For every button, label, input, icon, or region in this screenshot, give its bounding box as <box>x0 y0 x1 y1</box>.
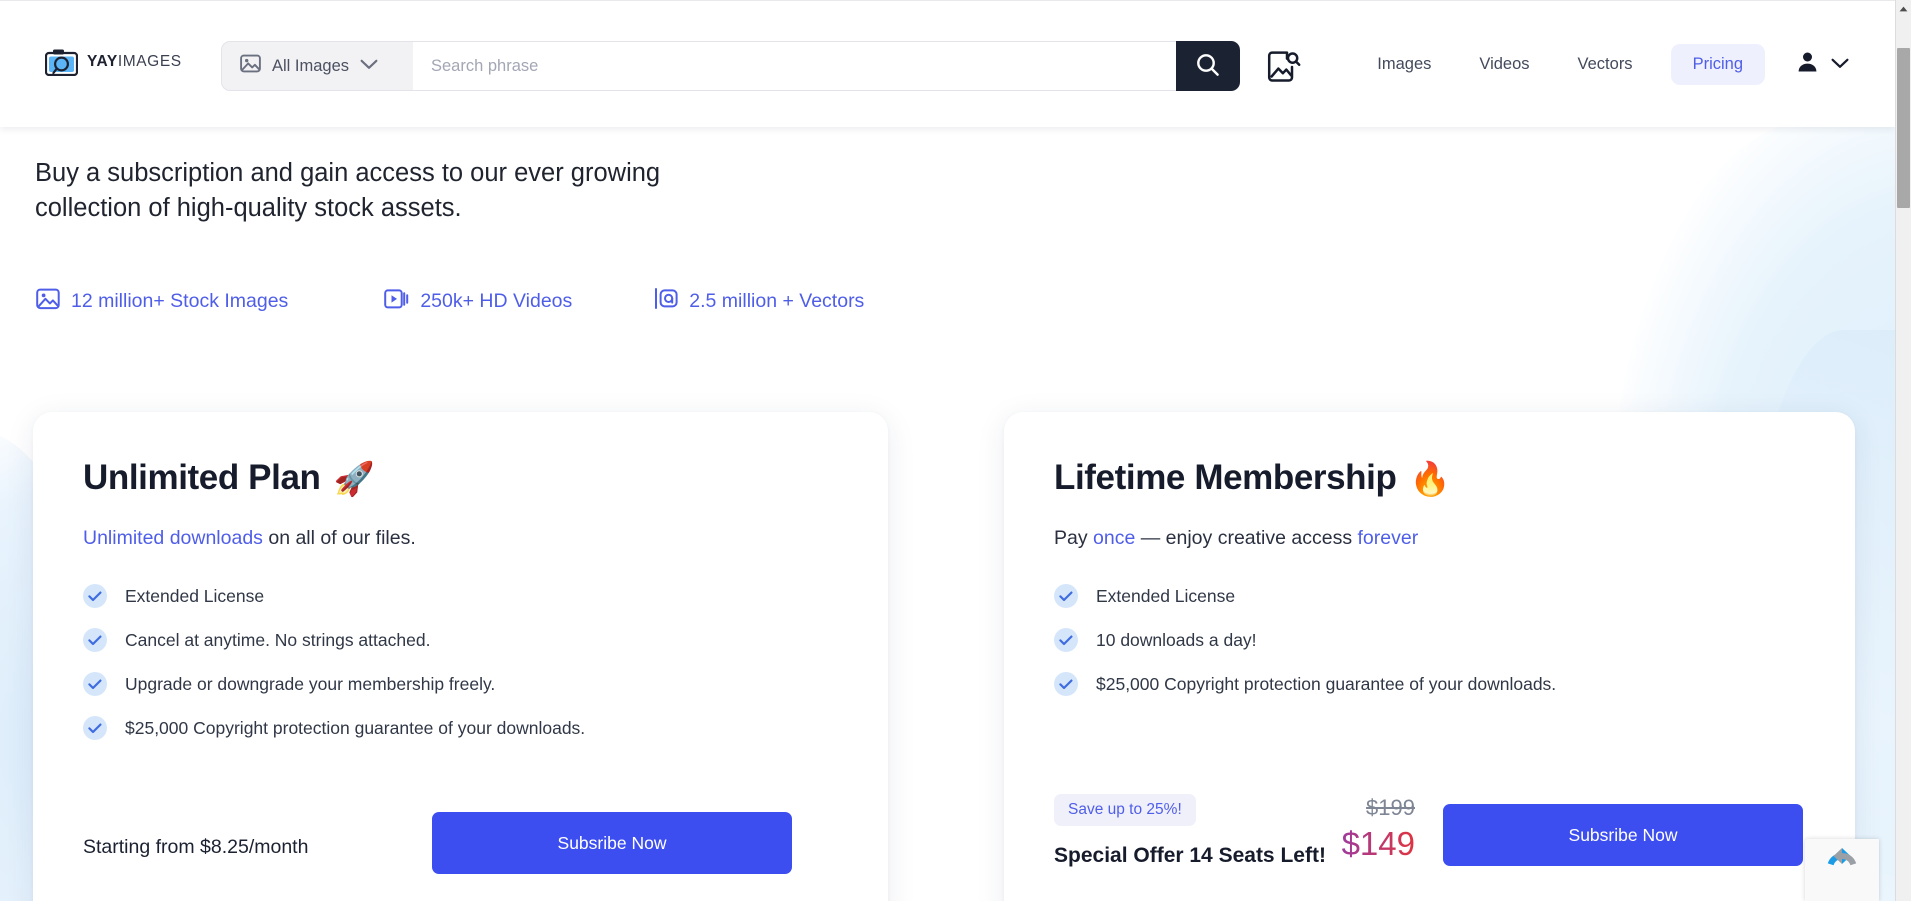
check-icon <box>83 672 107 696</box>
search-button[interactable] <box>1176 41 1240 91</box>
list-item: Extended License <box>83 584 838 608</box>
user-icon <box>1797 51 1818 78</box>
list-item: Upgrade or downgrade your membership fre… <box>83 672 838 696</box>
stat-stock-images-label: 12 million+ Stock Images <box>71 290 289 312</box>
list-item-label: $25,000 Copyright protection guarantee o… <box>1096 673 1557 694</box>
nav-link-videos[interactable]: Videos <box>1455 55 1553 74</box>
page-content: YAYIMAGES All Images Search phrase Image… <box>0 0 1895 901</box>
image-icon <box>240 54 261 78</box>
search-input[interactable] <box>413 42 1176 90</box>
plan-footer-unlimited: Starting from $8.25/month Subsribe Now <box>83 782 838 901</box>
nav-link-vectors[interactable]: Vectors <box>1554 55 1657 74</box>
list-item-label: Extended License <box>1096 585 1236 606</box>
site-header: YAYIMAGES All Images Search phrase Image… <box>0 0 1895 127</box>
hero-stats: 12 million+ Stock Images 250k+ HD Videos <box>36 287 864 316</box>
plan-price-unlimited: Starting from $8.25/month <box>83 836 309 858</box>
check-icon <box>1054 584 1078 608</box>
stat-hd-videos-label: 250k+ HD Videos <box>420 290 573 312</box>
list-item-label: 10 downloads a day! <box>1096 629 1257 650</box>
hero-section: Buy a subscription and gain access to ou… <box>35 156 660 226</box>
page-title: Buy a subscription and gain access to ou… <box>35 156 660 226</box>
price-original: $199 <box>1366 795 1415 820</box>
feature-list-unlimited: Extended License Cancel at anytime. No s… <box>83 584 838 740</box>
plan-subtitle-accent: Unlimited downloads <box>83 527 263 549</box>
stat-stock-images[interactable]: 12 million+ Stock Images <box>36 288 288 316</box>
chevron-down-icon <box>1831 56 1849 74</box>
feature-list-lifetime: Extended License 10 downloads a day! $25… <box>1054 584 1805 696</box>
plan-subtitle-unlimited: Unlimited downloads on all of our files. <box>83 527 838 550</box>
browser-viewport: YAYIMAGES All Images Search phrase Image… <box>0 0 1911 901</box>
video-icon <box>384 288 409 316</box>
list-item-label: Cancel at anytime. No strings attached. <box>125 629 431 650</box>
price-discounted: $149 <box>1285 824 1415 864</box>
plan-subtitle-lifetime: Pay once — enjoy creative access forever <box>1054 527 1805 550</box>
list-item-label: Extended License <box>125 585 265 606</box>
search-category-label: All Images <box>272 56 350 75</box>
camera-logo-icon <box>44 48 79 77</box>
fire-icon: 🔥 <box>1409 459 1451 497</box>
plan-footer-lifetime: Save up to 25%! Special Offer 14 Seats L… <box>1054 782 1805 901</box>
check-icon <box>83 628 107 652</box>
site-logo[interactable]: YAYIMAGES <box>44 48 182 77</box>
subscribe-button-lifetime[interactable]: Subsribe Now <box>1443 804 1803 866</box>
search-category-dropdown[interactable]: All Images <box>221 41 413 91</box>
subscribe-button-unlimited[interactable]: Subsribe Now <box>432 812 792 874</box>
plan-card-unlimited: Unlimited Plan 🚀 Unlimited downloads on … <box>33 412 888 901</box>
status-badge-save: Save up to 25%! <box>1054 794 1196 826</box>
plan-subtitle-accent-forever: forever <box>1357 527 1419 549</box>
hero-headline-line2: collection of high-quality stock assets. <box>35 194 462 222</box>
check-icon <box>1054 628 1078 652</box>
image-icon <box>36 288 60 316</box>
plan-title-unlimited: Unlimited Plan 🚀 <box>83 458 838 498</box>
plan-title-unlimited-text: Unlimited Plan <box>83 458 321 497</box>
plan-subtitle-rest: on all of our files. <box>262 527 416 549</box>
plan-card-lifetime: Lifetime Membership 🔥 Pay once — enjoy c… <box>1004 412 1855 901</box>
stat-hd-videos[interactable]: 250k+ HD Videos <box>384 288 572 316</box>
check-icon <box>83 716 107 740</box>
stat-vectors-label: 2.5 million + Vectors <box>689 290 865 312</box>
list-item: $25,000 Copyright protection guarantee o… <box>83 716 838 740</box>
recaptcha-icon <box>1822 847 1862 893</box>
chevron-down-icon <box>360 57 378 75</box>
account-menu[interactable] <box>1775 51 1855 78</box>
scrollbar[interactable] <box>1895 0 1911 901</box>
plan-subtitle-mid: — enjoy creative access <box>1135 527 1358 549</box>
list-item: Extended License <box>1054 584 1805 608</box>
nav-link-images[interactable]: Images <box>1353 55 1455 74</box>
plan-title-lifetime-text: Lifetime Membership <box>1054 458 1397 497</box>
logo-wordmark-bold: YAY <box>87 53 118 70</box>
stat-vectors[interactable]: 2.5 million + Vectors <box>654 287 864 316</box>
plan-subtitle-accent-once: once <box>1093 527 1136 549</box>
list-item: $25,000 Copyright protection guarantee o… <box>1054 672 1805 696</box>
price-block-lifetime: $199 $149 <box>1285 792 1415 864</box>
logo-wordmark: YAYIMAGES <box>87 53 182 71</box>
logo-wordmark-light: IMAGES <box>117 53 182 70</box>
search-icon <box>1195 52 1221 81</box>
nav-link-pricing[interactable]: Pricing <box>1670 44 1765 85</box>
search-bar: All Images <box>221 41 1240 91</box>
visual-search-button[interactable] <box>1267 51 1301 83</box>
list-item-label: Upgrade or downgrade your membership fre… <box>125 673 496 694</box>
list-item: Cancel at anytime. No strings attached. <box>83 628 838 652</box>
search-input-wrapper <box>413 41 1176 91</box>
hero-headline-line1: Buy a subscription and gain access to ou… <box>35 159 661 187</box>
check-icon <box>1054 672 1078 696</box>
recaptcha-badge[interactable] <box>1805 839 1879 901</box>
check-icon <box>83 584 107 608</box>
scrollbar-thumb[interactable] <box>1897 48 1910 208</box>
visual-search-icon <box>1267 51 1301 87</box>
main-navigation: Images Videos Vectors Pricing <box>1353 1 1855 128</box>
plan-subtitle-pre: Pay <box>1054 527 1094 549</box>
rocket-icon: 🚀 <box>333 459 375 497</box>
plan-title-lifetime: Lifetime Membership 🔥 <box>1054 458 1805 498</box>
vector-icon <box>654 287 678 316</box>
list-item-label: $25,000 Copyright protection guarantee o… <box>125 717 586 738</box>
list-item: 10 downloads a day! <box>1054 628 1805 652</box>
scroll-up-arrow-icon[interactable] <box>1896 0 1911 17</box>
